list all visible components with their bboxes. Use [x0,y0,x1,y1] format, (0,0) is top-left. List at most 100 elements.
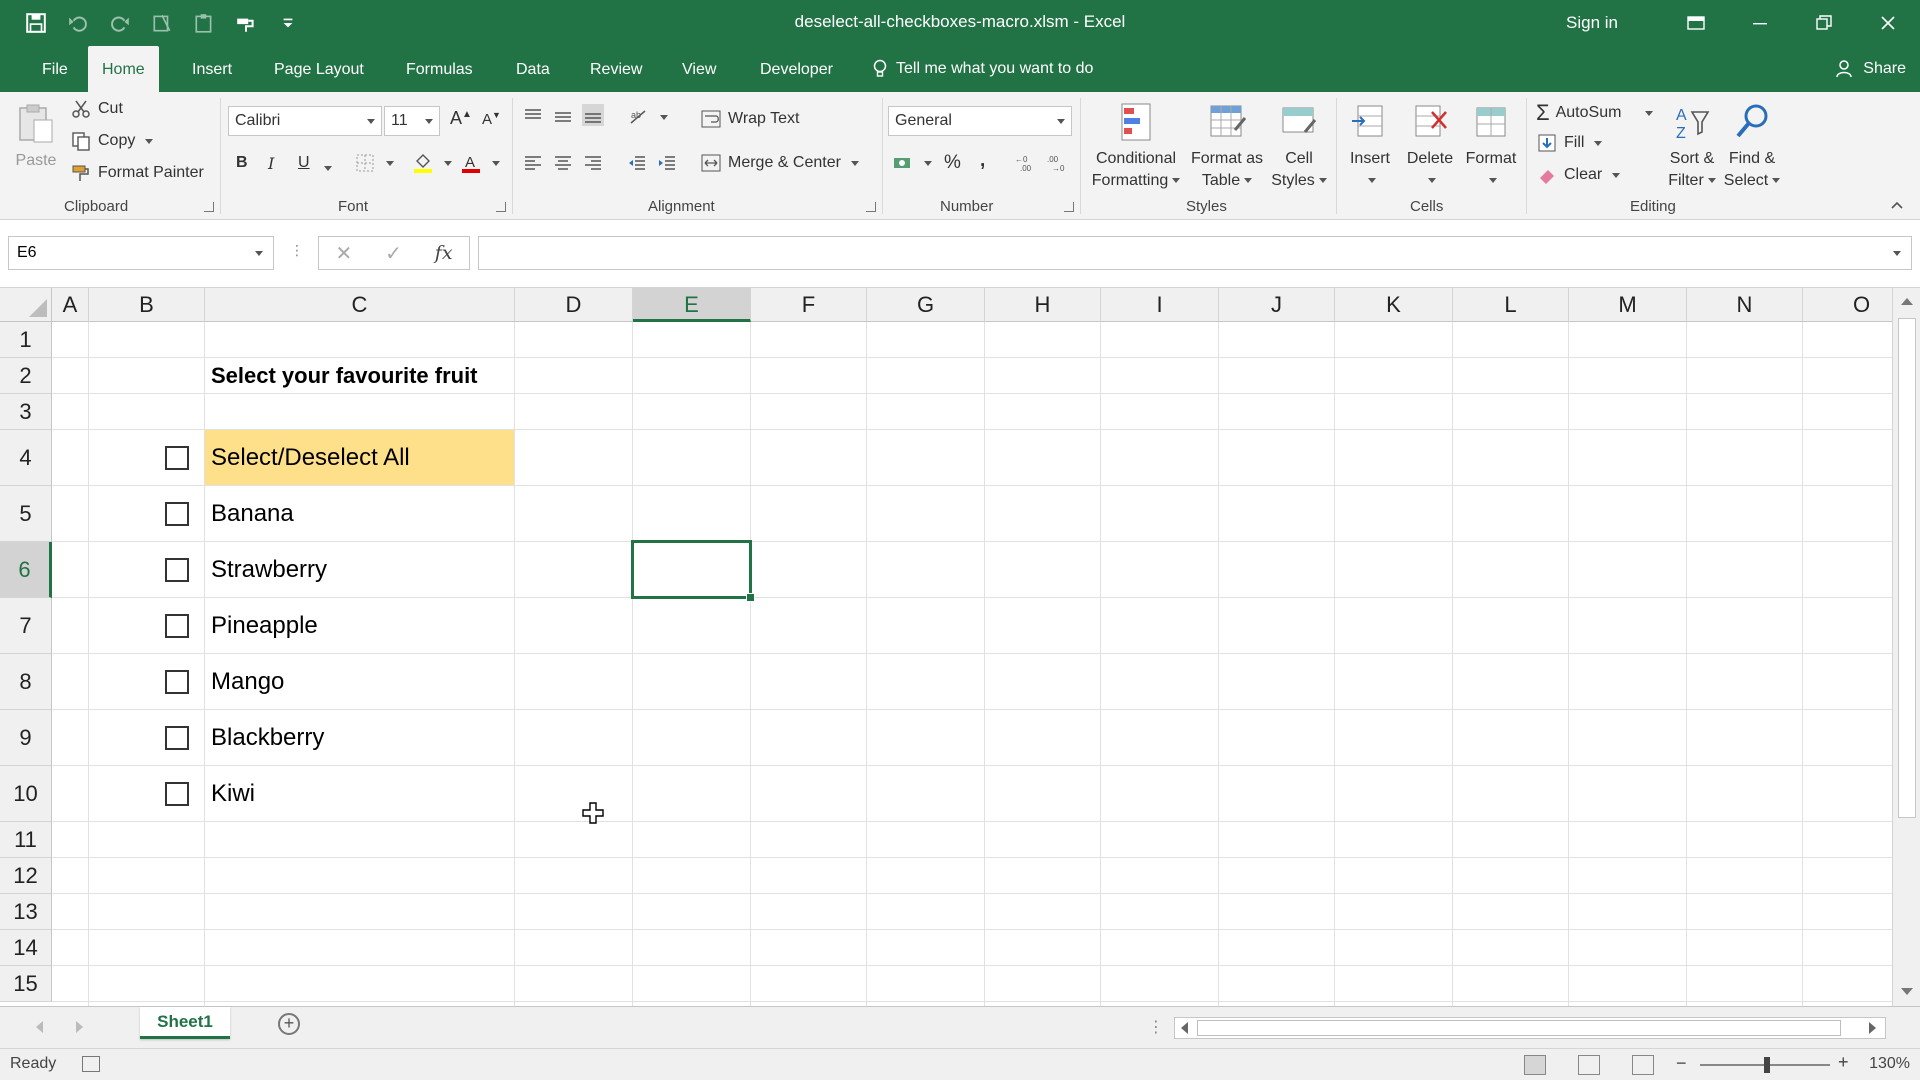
row-header-4[interactable]: 4 [0,430,52,486]
orientation-button[interactable]: ab [628,106,668,128]
cell-area[interactable]: Select your favourite fruit Select/Desele… [52,322,1892,1006]
vertical-scrollbar[interactable] [1892,288,1920,1006]
column-header-h[interactable]: H [985,288,1101,322]
zoom-out-icon[interactable]: − [1676,1053,1687,1074]
tab-data[interactable]: Data [502,46,564,92]
alignment-launcher-icon[interactable] [866,202,876,212]
name-box[interactable]: E6 [8,236,274,270]
tab-split-grip-icon[interactable]: ⋮ [1148,1017,1164,1037]
column-header-l[interactable]: L [1453,288,1569,322]
format-painter-button[interactable]: Format Painter [70,162,204,184]
page-layout-view-icon[interactable] [1578,1055,1600,1075]
align-bottom-button[interactable] [582,104,604,126]
format-cells-button[interactable]: Format [1460,100,1522,192]
scroll-down-icon[interactable] [1901,988,1913,995]
format-as-table-button[interactable]: Format as Table [1186,100,1268,192]
row-header-13[interactable]: 13 [0,894,52,930]
paste-button[interactable]: Paste [12,102,60,172]
tab-insert[interactable]: Insert [178,46,246,92]
tab-review[interactable]: Review [576,46,656,92]
decrease-indent-button[interactable] [626,152,648,174]
column-header-f[interactable]: F [751,288,867,322]
zoom-level[interactable]: 130% [1869,1055,1910,1073]
comma-style-button[interactable]: , [980,150,985,172]
merge-center-button[interactable]: Merge & Center [700,152,859,174]
clear-button[interactable]: Clear [1536,164,1621,186]
increase-indent-button[interactable] [656,152,678,174]
increase-decimal-button[interactable]: ←0.00 [1014,152,1036,174]
font-size-select[interactable]: 11 [384,106,440,136]
new-sheet-icon[interactable]: + [278,1013,300,1035]
checkbox-strawberry[interactable] [165,558,189,582]
sign-in-link[interactable]: Sign in [1566,13,1618,33]
fill-color-button[interactable] [412,152,452,174]
column-header-i[interactable]: I [1101,288,1219,322]
row-header-7[interactable]: 7 [0,598,52,654]
column-header-b[interactable]: B [89,288,205,322]
row-header-9[interactable]: 9 [0,710,52,766]
insert-cells-button[interactable]: Insert [1342,100,1398,192]
decrease-font-size-button[interactable]: A▼ [482,110,501,128]
column-header-k[interactable]: K [1335,288,1453,322]
prev-sheet-icon[interactable] [36,1021,43,1033]
column-header-g[interactable]: G [867,288,985,322]
page-break-view-icon[interactable] [1632,1055,1654,1075]
row-header-12[interactable]: 12 [0,858,52,894]
zoom-slider-thumb[interactable] [1764,1057,1770,1073]
increase-font-size-button[interactable]: A▲ [450,108,472,129]
align-right-button[interactable] [582,152,604,174]
tell-me-box[interactable]: Tell me what you want to do [872,46,1093,92]
zoom-in-icon[interactable]: + [1838,1052,1849,1073]
tab-view[interactable]: View [668,46,730,92]
align-top-button[interactable] [522,106,544,128]
formula-input[interactable] [478,236,1912,270]
font-name-select[interactable]: Calibri [228,106,382,136]
minimize-icon[interactable] [1728,0,1792,46]
column-header-c[interactable]: C [205,288,515,322]
formula-bar-grip-icon[interactable]: ⋮ [290,242,304,259]
column-header-d[interactable]: D [515,288,633,322]
copy-button[interactable]: Copy [70,130,154,152]
column-header-e[interactable]: E [633,288,751,322]
row-header-10[interactable]: 10 [0,766,52,822]
cancel-formula-icon[interactable]: ✕ [335,241,352,266]
delete-cells-button[interactable]: Delete [1400,100,1460,192]
find-select-button[interactable]: Find & Select [1720,100,1784,192]
row-header-14[interactable]: 14 [0,930,52,966]
row-header-2[interactable]: 2 [0,358,52,394]
normal-view-icon[interactable] [1524,1055,1546,1075]
macro-recording-icon[interactable] [82,1056,100,1072]
row-header-6[interactable]: 6 [0,542,52,598]
active-cell[interactable] [631,540,755,602]
cell-styles-button[interactable]: Cell Styles [1268,100,1330,192]
row-header-8[interactable]: 8 [0,654,52,710]
fill-button[interactable]: Fill [1536,132,1603,154]
column-header-j[interactable]: J [1219,288,1335,322]
checkbox-select-all[interactable] [165,446,189,470]
checkbox-mango[interactable] [165,670,189,694]
column-header-a[interactable]: A [52,288,89,322]
collapse-ribbon-icon[interactable] [1890,200,1904,210]
row-header-3[interactable]: 3 [0,394,52,430]
align-left-button[interactable] [522,152,544,174]
tab-file[interactable]: File [28,46,82,92]
number-format-select[interactable]: General [888,106,1072,136]
tab-formulas[interactable]: Formulas [392,46,487,92]
decrease-decimal-button[interactable]: .00 →0 [1046,152,1068,174]
select-all-corner[interactable] [0,288,52,322]
horizontal-scroll-thumb[interactable] [1197,1020,1841,1036]
number-launcher-icon[interactable] [1064,202,1074,212]
row-header-5[interactable]: 5 [0,486,52,542]
tab-developer[interactable]: Developer [746,46,847,92]
wrap-text-button[interactable]: Wrap Text [700,108,799,130]
conditional-formatting-button[interactable]: Conditional Formatting [1086,100,1186,192]
autosum-button[interactable]: Σ AutoSum [1536,100,1654,126]
tab-home[interactable]: Home [88,46,159,92]
bold-button[interactable]: B [236,154,248,172]
row-header-11[interactable]: 11 [0,822,52,858]
vertical-scroll-thumb[interactable] [1898,318,1916,818]
align-center-button[interactable] [552,152,574,174]
checkbox-blackberry[interactable] [165,726,189,750]
checkbox-pineapple[interactable] [165,614,189,638]
horizontal-scrollbar[interactable] [1174,1017,1886,1039]
